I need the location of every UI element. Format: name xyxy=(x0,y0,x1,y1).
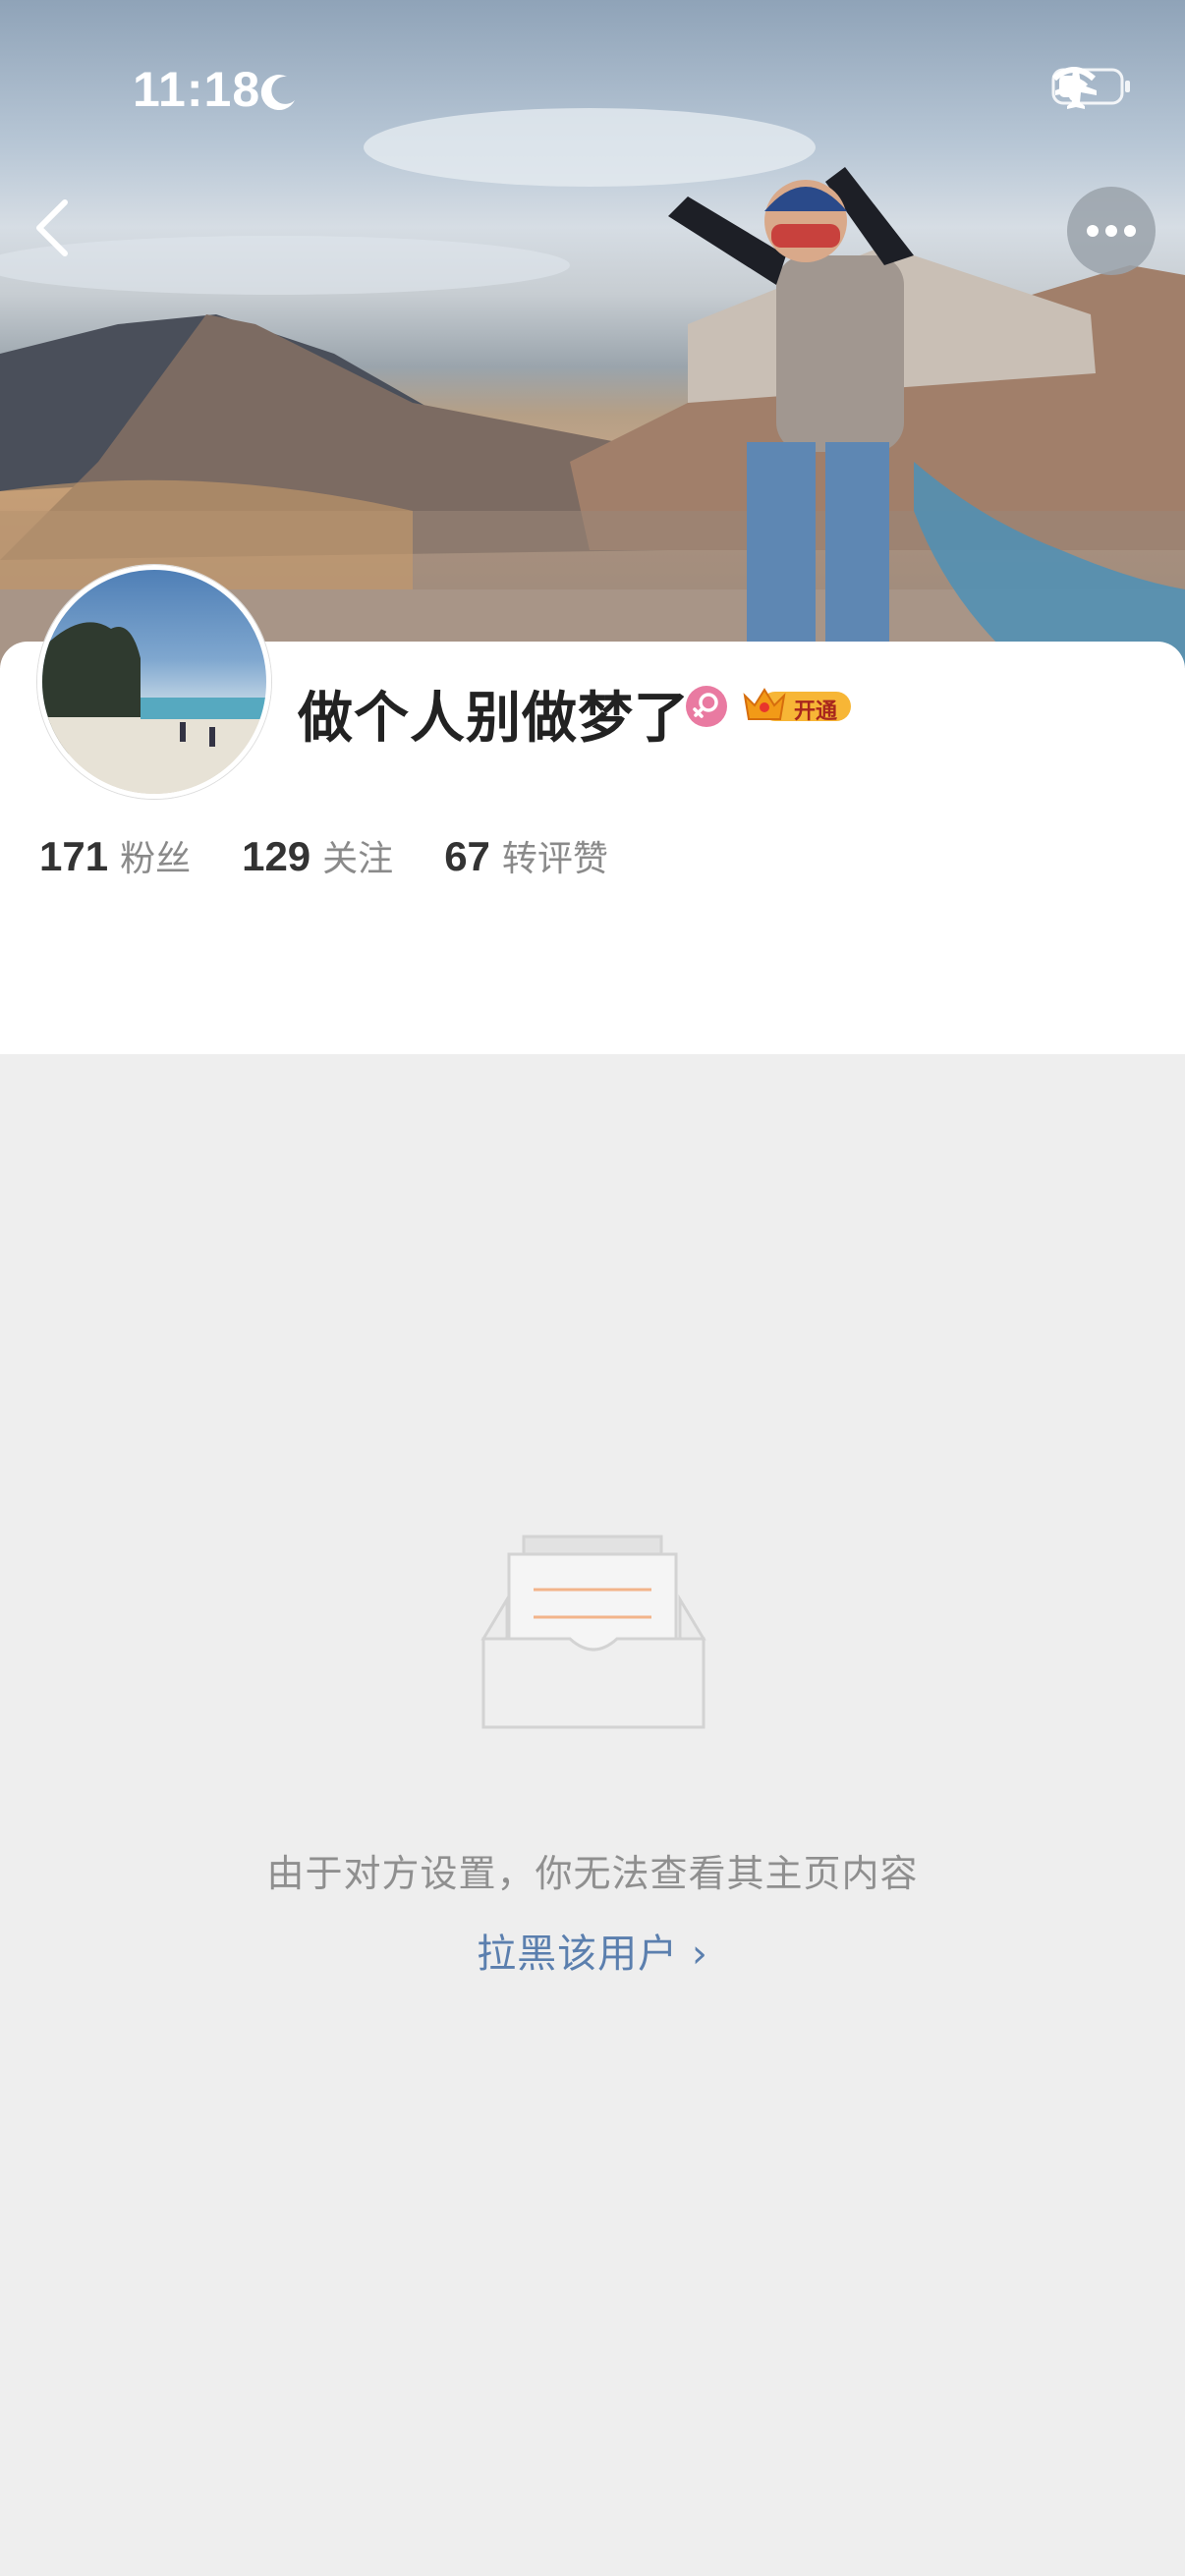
followers-label: 粉丝 xyxy=(120,839,192,879)
profile-stats: 171 粉丝 129 关注 67 转评赞 xyxy=(39,830,608,881)
empty-state-message: 由于对方设置，你无法查看其主页内容 xyxy=(266,1852,919,1895)
status-time: 11:18 xyxy=(133,62,261,117)
likes-count: 67 xyxy=(444,833,490,879)
vip-badge[interactable]: 开通 xyxy=(743,684,853,727)
username: 做个人别做梦了 xyxy=(298,687,690,751)
following-stat[interactable]: 129 关注 xyxy=(242,830,393,881)
vip-badge-label: 开通 xyxy=(794,700,838,724)
likes-stat[interactable]: 67 转评赞 xyxy=(444,830,608,881)
following-count: 129 xyxy=(242,833,311,879)
empty-inbox-icon xyxy=(480,1531,707,1737)
following-label: 关注 xyxy=(322,839,394,879)
followers-count: 171 xyxy=(39,833,109,879)
block-user-link[interactable]: 拉黑该用户 › xyxy=(0,1922,1185,1979)
followers-stat[interactable]: 171 粉丝 xyxy=(39,830,191,881)
avatar[interactable] xyxy=(37,565,271,799)
likes-label: 转评赞 xyxy=(501,839,608,879)
female-gender-icon xyxy=(686,686,727,731)
